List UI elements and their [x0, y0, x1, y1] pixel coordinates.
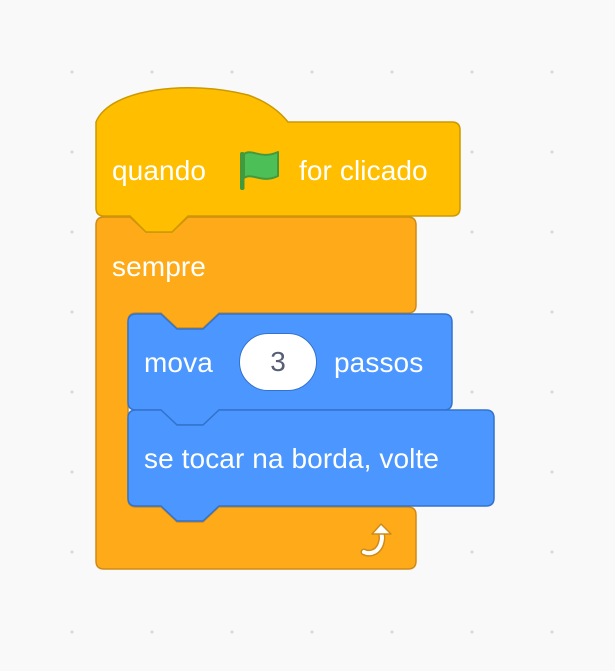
- forever-block-label: sempre: [112, 251, 206, 282]
- block-stack: [95, 87, 495, 570]
- green-flag-icon: [240, 151, 279, 190]
- hat-block-label-clicked: for clicado: [299, 155, 428, 186]
- hat-block-label-when: quando: [112, 155, 207, 186]
- scripts-workspace[interactable]: quando for clicado sempre mova 3 passos …: [0, 0, 615, 671]
- loop-arrow-icon: [360, 523, 392, 557]
- bounce-block-label: se tocar na borda, volte: [144, 443, 440, 474]
- steps-number-input[interactable]: 3: [239, 333, 317, 391]
- move-block-label-steps: passos: [334, 347, 424, 378]
- move-block-label-move: mova: [144, 347, 213, 378]
